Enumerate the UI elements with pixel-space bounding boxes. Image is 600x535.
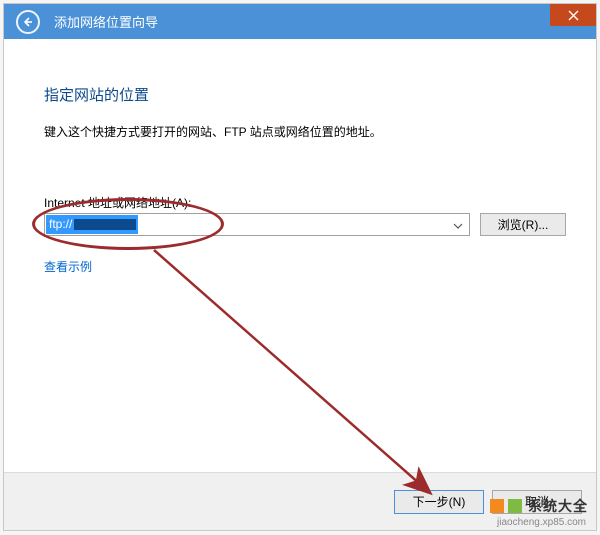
address-value-prefix: ftp:// bbox=[49, 215, 72, 234]
address-label: Internet 地址或网络地址(A): bbox=[44, 194, 578, 211]
address-input-selection: ftp:// bbox=[46, 215, 138, 234]
address-value-redacted bbox=[74, 219, 136, 230]
close-icon bbox=[568, 10, 579, 21]
page-description: 键入这个快捷方式要打开的网站、FTP 站点或网络位置的地址。 bbox=[44, 123, 578, 140]
back-button[interactable] bbox=[16, 10, 40, 34]
wizard-content: 指定网站的位置 键入这个快捷方式要打开的网站、FTP 站点或网络位置的地址。 I… bbox=[22, 59, 578, 472]
view-examples-link[interactable]: 查看示例 bbox=[44, 258, 92, 275]
browse-button[interactable]: 浏览(R)... bbox=[480, 213, 566, 236]
window-title: 添加网络位置向导 bbox=[54, 12, 158, 31]
titlebar: 添加网络位置向导 bbox=[4, 4, 596, 39]
wizard-footer: 下一步(N) 取消 bbox=[4, 472, 596, 530]
chevron-down-icon[interactable] bbox=[453, 218, 463, 232]
close-button[interactable] bbox=[550, 4, 596, 26]
page-heading: 指定网站的位置 bbox=[44, 84, 578, 105]
cancel-button[interactable]: 取消 bbox=[492, 490, 582, 514]
arrow-left-icon bbox=[22, 16, 34, 28]
next-button[interactable]: 下一步(N) bbox=[394, 490, 484, 514]
address-input[interactable]: ftp:// bbox=[44, 213, 470, 236]
